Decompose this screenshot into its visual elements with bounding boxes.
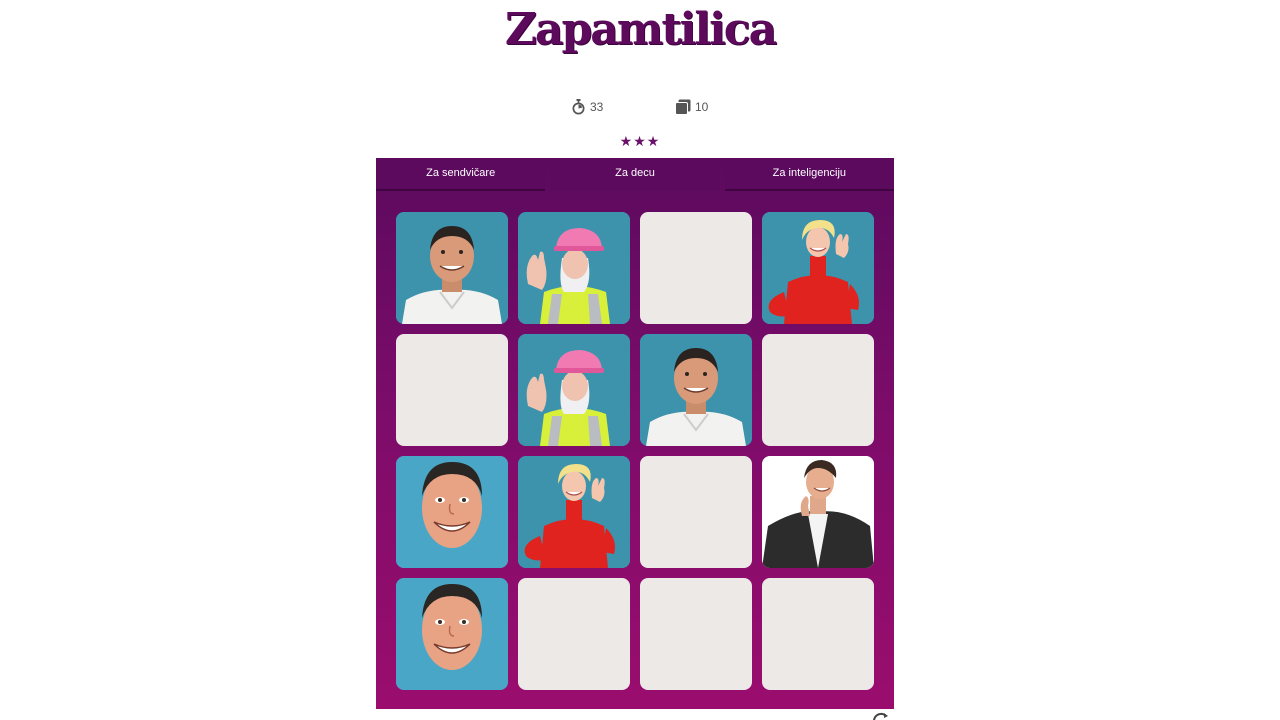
tab-za-sendvicare[interactable]: Za sendvičare — [376, 158, 546, 191]
memory-card-hidden[interactable] — [762, 578, 874, 690]
memory-card-woman-pink-helmet[interactable] — [518, 212, 630, 324]
timer-value: 33 — [590, 100, 604, 114]
memory-card-hidden[interactable] — [640, 212, 752, 324]
tab-za-inteligenciju[interactable]: Za inteligenciju — [724, 158, 894, 191]
memory-card-woman-pink-helmet[interactable] — [518, 334, 630, 446]
game-board: Za sendvičare Za decu Za inteligenciju — [376, 158, 894, 709]
cards-icon — [675, 99, 691, 115]
moves-value: 10 — [695, 100, 709, 114]
memory-card-hidden[interactable] — [640, 578, 752, 690]
stats-bar: 33 10 — [0, 99, 1280, 119]
refresh-icon[interactable] — [872, 712, 890, 720]
memory-card-woman-red-top[interactable] — [762, 212, 874, 324]
card-grid — [396, 212, 874, 690]
memory-card-man-smiling-face[interactable] — [396, 456, 508, 568]
memory-card-man-white-polo[interactable] — [640, 334, 752, 446]
logo: Zapamtilica — [504, 4, 777, 55]
stopwatch-icon — [572, 99, 585, 115]
star-rating: ★★★ — [619, 133, 661, 149]
timer-stat: 33 — [571, 99, 603, 115]
tab-za-decu[interactable]: Za decu — [550, 158, 720, 191]
category-tabs: Za sendvičare Za decu Za inteligenciju — [376, 158, 894, 191]
memory-card-hidden[interactable] — [518, 578, 630, 690]
memory-card-man-smiling-face[interactable] — [396, 578, 508, 690]
memory-card-hidden[interactable] — [762, 334, 874, 446]
moves-stat: 10 — [675, 99, 708, 115]
page: Zapamtilica 33 10 ★★★ Za sendvičare Za d… — [0, 0, 1280, 720]
memory-card-hidden[interactable] — [396, 334, 508, 446]
memory-card-man-white-polo[interactable] — [396, 212, 508, 324]
memory-card-woman-red-top[interactable] — [518, 456, 630, 568]
memory-card-hidden[interactable] — [640, 456, 752, 568]
memory-card-man-dark-suit[interactable] — [762, 456, 874, 568]
